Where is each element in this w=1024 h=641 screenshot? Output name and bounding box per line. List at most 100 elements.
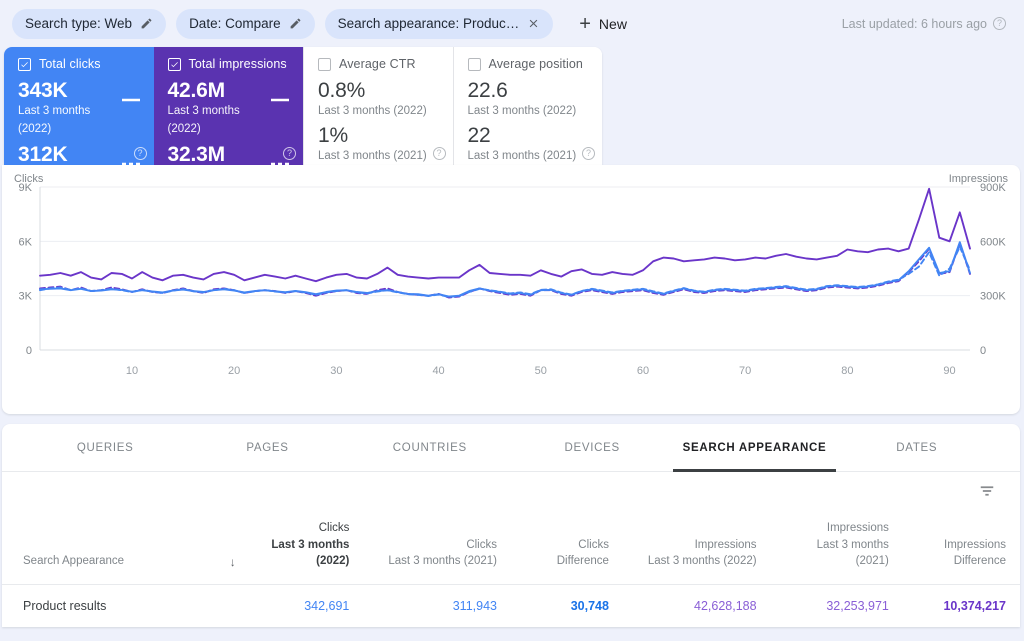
help-icon[interactable]: ? [993, 17, 1006, 30]
table-header-row: Search Appearance ↓ Clicks Last 3 months (2… [2, 514, 1020, 585]
performance-chart[interactable]: 0 3K 6K 9K 0 300K 600K 900K 10 20 30 40 50 60 70 80 90 [2, 165, 1020, 414]
metric-card-header: Average position [467, 57, 591, 71]
column-header-line1: Impressions [694, 538, 757, 551]
checkbox-total-clicks[interactable] [18, 57, 31, 71]
chart-left-tick-label: 9K [19, 182, 33, 194]
close-icon[interactable] [527, 17, 540, 30]
metric-card-title: Average CTR [339, 57, 416, 71]
chip-date[interactable]: Date: Compare [176, 8, 315, 39]
help-icon[interactable]: ? [133, 147, 147, 160]
table-row[interactable]: Product results 342,691 311,943 30,748 4… [2, 584, 1020, 628]
metric-secondary-row: 22 Last 3 months (2021) [468, 125, 591, 165]
details-tabs: QUERIES PAGES COUNTRIES DEVICES SEARCH APPEA… [2, 424, 1020, 472]
column-header-clicks-last-3-months-2022-[interactable]: ↓ Clicks Last 3 months (2022) [216, 514, 364, 585]
tab-search-appearance[interactable]: SEARCH APPEARANCE [673, 424, 836, 472]
chart-series-line [39, 187, 971, 283]
chart-x-tick-label: 20 [228, 365, 240, 377]
column-header-line2: Last 3 months (2021) [388, 555, 497, 568]
chip-search-type-label: Search type: Web [25, 15, 133, 31]
cell-search-appearance: Product results [2, 584, 216, 628]
column-header-line2: Last 3 months (2022) [647, 555, 757, 568]
tab-queries[interactable]: QUERIES [24, 424, 186, 471]
chart-series-line [39, 241, 971, 298]
column-header-clicks-last-3-months-2021-[interactable]: Clicks Last 3 months (2021) [363, 514, 511, 585]
metric-card-total-impressions[interactable]: Total impressions 42.6M Last 3 months (2… [153, 47, 303, 165]
column-header-line2: Last 3 months (2021) [816, 538, 889, 568]
column-header-impressions-last-3-months-2021-[interactable]: Impressions Last 3 months (2021) [771, 514, 903, 585]
chart-x-tick-label: 30 [330, 365, 342, 377]
chip-search-type[interactable]: Search type: Web [12, 8, 167, 39]
metric-primary-row: 0.8% Last 3 months (2022) [318, 79, 441, 120]
metric-cards-wrap: Total clicks 343K Last 3 months (2022) 3… [0, 47, 1024, 165]
metric-card-header: Total impressions [167, 57, 292, 71]
metric-primary-sub: Last 3 months (2022) [318, 105, 427, 118]
table-body: Product results 342,691 311,943 30,748 4… [2, 584, 1020, 628]
metric-primary-value: 42.6M [167, 79, 226, 102]
column-header-impressions-last-3-months-2022-[interactable]: Impressions Last 3 months (2022) [623, 514, 771, 585]
chip-date-label: Date: Compare [189, 15, 281, 31]
chart-left-tick-label: 6K [19, 236, 33, 248]
column-header-search-appearance[interactable]: Search Appearance [2, 514, 216, 585]
plus-icon: + [579, 12, 591, 35]
metric-card-average-position[interactable]: Average position 22.6 Last 3 months (202… [452, 47, 602, 165]
cell-impressions-2022: 42,628,188 [622, 584, 771, 628]
checkbox-total-impressions[interactable] [167, 57, 181, 71]
column-header-line2: Difference [953, 555, 1006, 568]
help-icon[interactable]: ? [432, 147, 446, 160]
last-updated: Last updated: 6 hours ago ? [842, 17, 1012, 31]
metric-secondary-sub: Last 3 months (2021) [318, 150, 427, 163]
tab-dates[interactable]: DATES [836, 424, 998, 471]
column-header-line1: Impressions [944, 538, 1006, 551]
solid-line-icon [271, 89, 289, 107]
tab-countries[interactable]: COUNTRIES [349, 424, 511, 471]
cell-impressions-2021: 32,253,971 [770, 584, 903, 628]
cell-impressions-difference: 10,374,217 [902, 584, 1020, 628]
metric-primary-sub: Last 3 months (2022) [18, 105, 91, 136]
sort-arrow-down-icon[interactable]: ↓ [230, 556, 236, 570]
chart-x-tick-label: 80 [841, 365, 853, 377]
table-toolbar [2, 472, 1020, 514]
chip-search-appearance-label: Search appearance: Produc… [337, 15, 520, 31]
metric-card-header: Average CTR [318, 57, 441, 71]
new-filter-label: New [598, 15, 627, 32]
tab-devices[interactable]: DEVICES [511, 424, 673, 471]
last-updated-label: Last updated: 6 hours ago [841, 16, 987, 31]
column-header-line2: Difference [556, 555, 609, 568]
metric-primary-row: 343K Last 3 months (2022) [18, 79, 142, 139]
metric-secondary-value: 22 [467, 124, 491, 148]
filter-list-icon[interactable] [977, 481, 997, 506]
checkbox-average-ctr[interactable] [318, 57, 331, 71]
search-appearance-table: Search Appearance ↓ Clicks Last 3 months (2… [2, 514, 1020, 628]
pencil-icon[interactable] [140, 17, 153, 30]
metric-card-average-ctr[interactable]: Average CTR 0.8% Last 3 months (2022) 1%… [303, 47, 453, 165]
chart-right-tick-label: 900K [980, 182, 1006, 194]
performance-chart-card: Clicks Impressions 0 3K 6K 9K 0 300K 600K 900K 1… [2, 165, 1020, 414]
column-header-line1: Clicks [466, 538, 497, 551]
metric-card-title: Total clicks [39, 57, 101, 71]
metric-card-title: Total impressions [188, 57, 287, 71]
metric-primary-sub: Last 3 months (2022) [167, 105, 240, 136]
column-header-line1: Clicks [578, 538, 609, 551]
column-header-clicks-difference[interactable]: Clicks Difference [511, 514, 623, 585]
column-header-impressions-difference[interactable]: Impressions Difference [903, 514, 1020, 585]
help-icon[interactable]: ? [283, 147, 296, 160]
metric-secondary-value: 312K [18, 142, 68, 165]
metric-secondary-row: 1% Last 3 months (2021) [318, 125, 441, 165]
chart-right-tick-label: 300K [980, 291, 1006, 303]
filter-bar: Search type: Web Date: Compare Search ap… [0, 0, 1024, 47]
metric-secondary-row: 32.3M Last 3 months (2021) [168, 143, 292, 165]
new-filter-button[interactable]: + New [571, 9, 635, 39]
details-card: QUERIES PAGES COUNTRIES DEVICES SEARCH APPEA… [2, 424, 1020, 628]
checkbox-average-position[interactable] [467, 57, 481, 71]
metric-card-title: Average position [488, 57, 583, 71]
cell-clicks-2022: 342,691 [215, 584, 364, 628]
chip-search-appearance[interactable]: Search appearance: Produc… [324, 8, 554, 39]
pencil-icon[interactable] [289, 17, 302, 30]
metric-secondary-row: 312K Last 3 months (2021) [18, 142, 142, 165]
chart-left-tick-label: 0 [26, 345, 32, 357]
tab-pages[interactable]: PAGES [186, 424, 348, 471]
column-header-line2: Search Appearance [23, 555, 125, 568]
help-icon[interactable]: ? [582, 147, 595, 160]
metric-card-total-clicks[interactable]: Total clicks 343K Last 3 months (2022) 3… [4, 47, 154, 165]
chart-right-tick-label: 600K [980, 236, 1006, 248]
